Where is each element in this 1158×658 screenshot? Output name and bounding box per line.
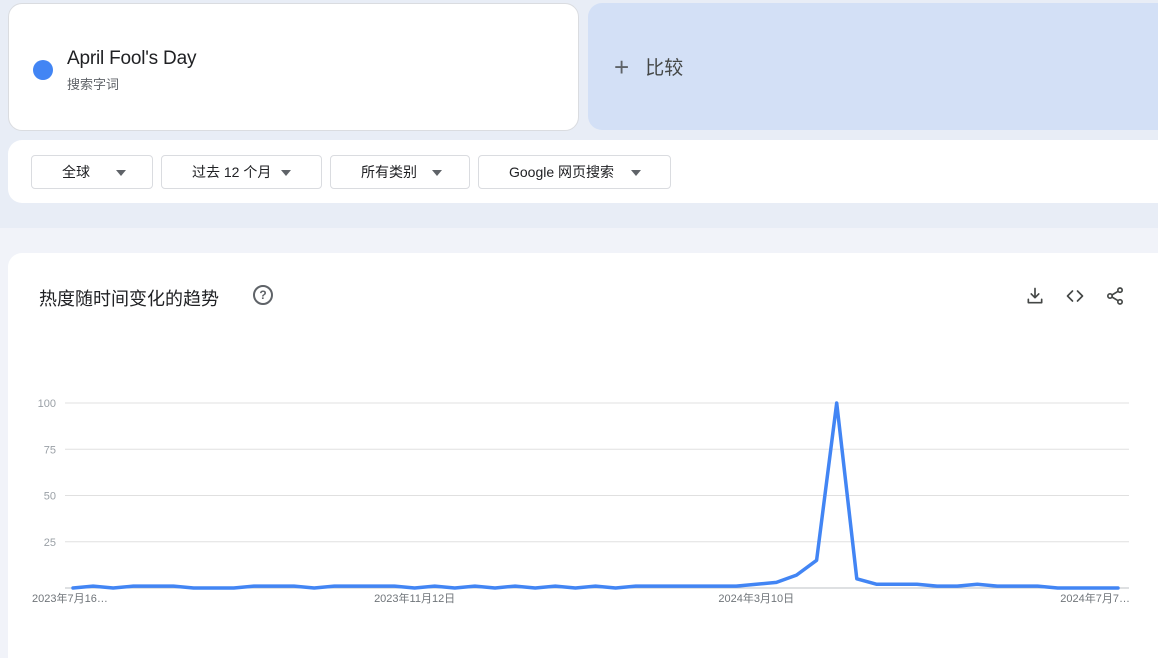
filter-label: 所有类别 xyxy=(361,164,417,180)
y-tick-label: 25 xyxy=(44,537,56,549)
y-tick-label: 75 xyxy=(44,444,56,456)
filter-label: Google 网页搜索 xyxy=(509,164,615,180)
search-term-type: 搜索字词 xyxy=(67,77,120,92)
search-term-card[interactable]: April Fool's Day 搜索字词 xyxy=(8,3,579,131)
compare-button[interactable]: + 比较 xyxy=(588,3,1158,130)
compare-label: 比较 xyxy=(645,58,684,79)
interest-over-time-card: 热度随时间变化的趋势 ? 25 50 75 100 2023年7月16… 2023年11月… xyxy=(8,253,1158,658)
y-tick-label: 100 xyxy=(38,398,56,410)
chevron-down-icon xyxy=(432,170,442,176)
chevron-down-icon xyxy=(281,170,291,176)
x-tick-label: 2024年3月10日 xyxy=(718,591,794,605)
plus-icon: + xyxy=(614,51,630,82)
y-tick-label: 50 xyxy=(44,491,56,503)
trend-line-chart[interactable]: 25 50 75 100 2023年7月16… 2023年11月12日 2024年3月10日… xyxy=(8,253,1158,658)
category-filter[interactable]: 所有类别 xyxy=(330,155,470,189)
search-type-filter[interactable]: Google 网页搜索 xyxy=(478,155,671,189)
search-term-name[interactable]: April Fool's Day xyxy=(67,48,196,70)
filter-label: 全球 xyxy=(62,164,90,180)
x-tick-label: 2023年7月16… xyxy=(32,591,108,605)
series-color-dot xyxy=(33,60,53,80)
chevron-down-icon xyxy=(116,170,126,176)
filter-label: 过去 12 个月 xyxy=(192,164,272,180)
filter-bar: 全球 过去 12 个月 所有类别 Google 网页搜索 xyxy=(8,140,1158,203)
chevron-down-icon xyxy=(631,170,641,176)
region-filter[interactable]: 全球 xyxy=(31,155,153,189)
time-range-filter[interactable]: 过去 12 个月 xyxy=(161,155,322,189)
x-tick-label: 2023年11月12日 xyxy=(374,591,455,605)
x-tick-label: 2024年7月7… xyxy=(1060,591,1130,605)
